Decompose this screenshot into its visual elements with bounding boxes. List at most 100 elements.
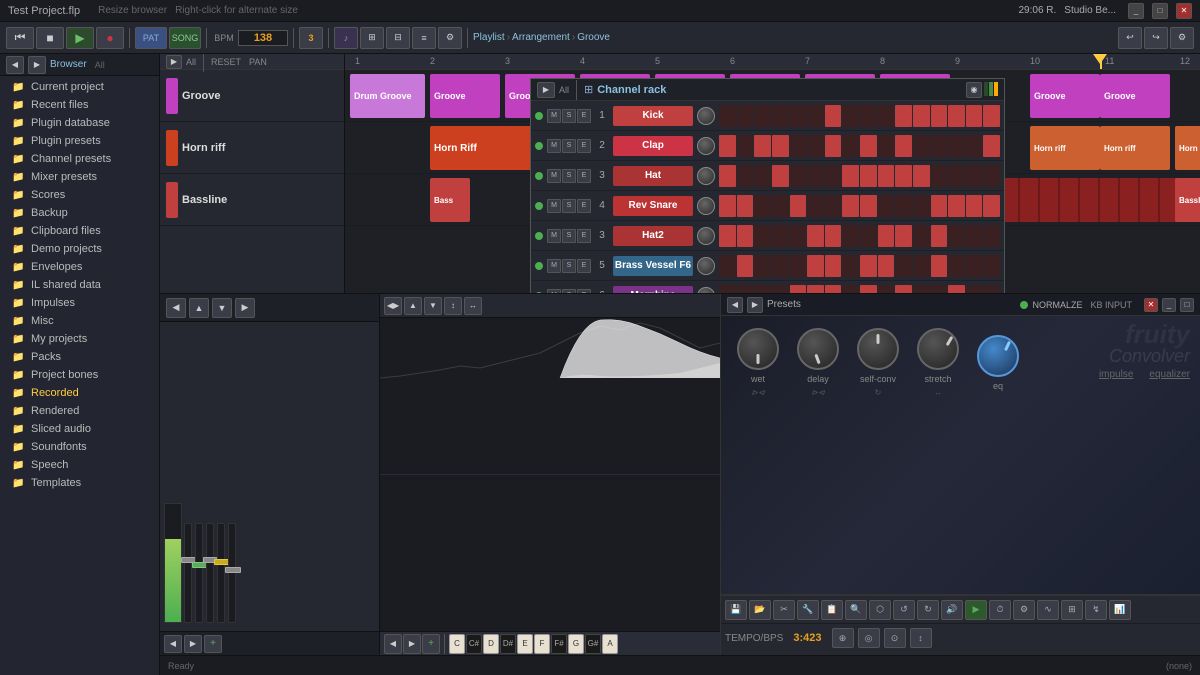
conv-sync-1[interactable]: ⊕ [832, 628, 854, 648]
pad-0-12[interactable] [931, 105, 948, 127]
pad-5-4[interactable] [790, 255, 807, 277]
ch-mute-6[interactable]: M [547, 289, 561, 294]
pad-0-14[interactable] [966, 105, 983, 127]
sidebar-item-current-project[interactable]: 📁Current project [0, 78, 159, 96]
pad-3-1[interactable] [737, 195, 754, 217]
play-button[interactable]: ▶ [66, 27, 94, 49]
pad-6-9[interactable] [878, 285, 895, 294]
plugin-btn[interactable]: ⚙ [438, 27, 462, 49]
minimize-button[interactable]: _ [1128, 3, 1144, 19]
fader-thumb-5[interactable] [225, 567, 241, 573]
pad-1-4[interactable] [790, 135, 807, 157]
wf-btn-3[interactable]: ▼ [424, 297, 442, 315]
sidebar-item-packs[interactable]: 📁Packs [0, 348, 159, 366]
pad-3-8[interactable] [860, 195, 877, 217]
step-seq-btn[interactable]: ⊞ [360, 27, 384, 49]
conv-sync-4[interactable]: ↕ [910, 628, 932, 648]
pad-3-11[interactable] [913, 195, 930, 217]
pad-4-14[interactable] [966, 225, 983, 247]
conv-min[interactable]: _ [1162, 298, 1176, 312]
fader-track-1[interactable] [184, 523, 192, 623]
pad-0-8[interactable] [860, 105, 877, 127]
pad-1-10[interactable] [895, 135, 912, 157]
pad-3-15[interactable] [983, 195, 1000, 217]
pad-3-3[interactable] [772, 195, 789, 217]
piano-roll-btn[interactable]: ♪ [334, 27, 358, 49]
pad-4-5[interactable] [807, 225, 824, 247]
pad-2-11[interactable] [913, 165, 930, 187]
groove-block-9[interactable]: Groove [1100, 74, 1170, 118]
conv-more-1[interactable]: ⚙ [1013, 600, 1035, 620]
ch-mute-5[interactable]: M [547, 259, 561, 273]
pad-6-1[interactable] [737, 285, 754, 294]
groove-block-1[interactable]: Groove [430, 74, 500, 118]
bass-color[interactable] [166, 182, 178, 218]
pad-1-15[interactable] [983, 135, 1000, 157]
ch-env-5[interactable]: E [577, 259, 591, 273]
ch-name-btn-5[interactable]: Brass Vessel F6 [613, 256, 693, 276]
horn-riff-8[interactable]: Horn riff [1175, 126, 1200, 170]
mx-nav-2[interactable]: ▶ [184, 635, 202, 653]
ch-vol-1[interactable] [697, 137, 715, 155]
mx-btn-1[interactable]: ◀ [166, 298, 186, 318]
pk-note-8[interactable]: G [568, 634, 584, 654]
stretch-knob[interactable] [917, 328, 959, 370]
pad-6-13[interactable] [948, 285, 965, 294]
sidebar-item-backup[interactable]: 📁Backup [0, 204, 159, 222]
pad-1-13[interactable] [948, 135, 965, 157]
pad-1-14[interactable] [966, 135, 983, 157]
pad-1-0[interactable] [719, 135, 736, 157]
pk-note-3[interactable]: D [483, 634, 499, 654]
sidebar-item-templates[interactable]: 📁Templates [0, 474, 159, 492]
playlist-nav[interactable]: Playlist [473, 32, 505, 43]
pad-5-12[interactable] [931, 255, 948, 277]
conv-save[interactable]: 📂 [749, 600, 771, 620]
pad-3-12[interactable] [931, 195, 948, 217]
mixer-btn[interactable]: ⊟ [386, 27, 410, 49]
pad-6-11[interactable] [913, 285, 930, 294]
ch-solo-5[interactable]: S [562, 259, 576, 273]
ch-name-btn-3[interactable]: Rev Snare [613, 196, 693, 216]
pad-0-9[interactable] [878, 105, 895, 127]
pad-2-4[interactable] [790, 165, 807, 187]
ch-name-btn-6[interactable]: Morphine [613, 286, 693, 294]
playlist-tracks[interactable]: 1 2 3 4 5 6 7 8 9 10 11 12 13 14 [345, 54, 1200, 293]
sidebar-item-speech[interactable]: 📁Speech [0, 456, 159, 474]
pad-4-10[interactable] [895, 225, 912, 247]
pad-2-10[interactable] [895, 165, 912, 187]
pk-note-9[interactable]: G# [585, 634, 601, 654]
pad-3-2[interactable] [754, 195, 771, 217]
ch-solo-6[interactable]: S [562, 289, 576, 294]
sidebar-item-rendered[interactable]: 📁Rendered [0, 402, 159, 420]
song-btn[interactable]: SONG [169, 27, 201, 49]
settings-btn[interactable]: ⚙ [1170, 27, 1194, 49]
pad-5-3[interactable] [772, 255, 789, 277]
pad-6-10[interactable] [895, 285, 912, 294]
pad-6-14[interactable] [966, 285, 983, 294]
sidebar-item-clipboard-files[interactable]: 📁Clipboard files [0, 222, 159, 240]
fader-track-3[interactable] [206, 523, 214, 623]
sidebar-item-il-shared-data[interactable]: 📁IL shared data [0, 276, 159, 294]
pad-0-5[interactable] [807, 105, 824, 127]
sidebar-item-plugin-presets[interactable]: 📁Plugin presets [0, 132, 159, 150]
ch-env-0[interactable]: E [577, 109, 591, 123]
close-button[interactable]: ✕ [1176, 3, 1192, 19]
conv-del[interactable]: 🔍 [845, 600, 867, 620]
conv-paste[interactable]: 📋 [821, 600, 843, 620]
pad-5-2[interactable] [754, 255, 771, 277]
maximize-button[interactable]: □ [1152, 3, 1168, 19]
pk-note-7[interactable]: F# [551, 634, 567, 654]
pattern-btn[interactable]: PAT [135, 27, 167, 49]
pad-3-9[interactable] [878, 195, 895, 217]
pad-5-6[interactable] [825, 255, 842, 277]
pad-2-7[interactable] [842, 165, 859, 187]
pad-5-7[interactable] [842, 255, 859, 277]
pad-4-12[interactable] [931, 225, 948, 247]
pad-5-8[interactable] [860, 255, 877, 277]
pad-1-12[interactable] [931, 135, 948, 157]
ch-vol-6[interactable] [697, 287, 715, 294]
pad-2-2[interactable] [754, 165, 771, 187]
browser-fwd-btn[interactable]: ▶ [28, 56, 46, 74]
pad-0-2[interactable] [754, 105, 771, 127]
pad-4-1[interactable] [737, 225, 754, 247]
